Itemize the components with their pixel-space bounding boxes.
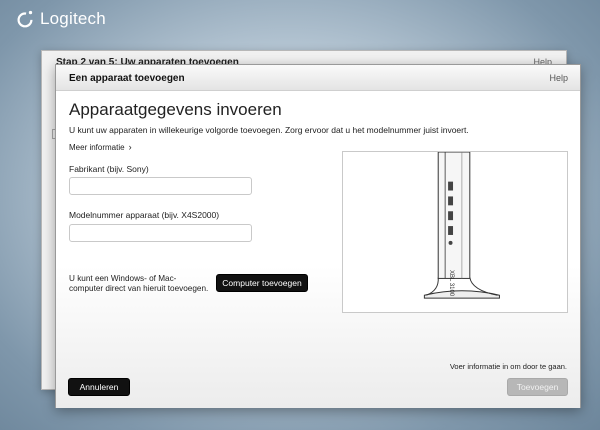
chevron-right-icon: › — [128, 142, 132, 152]
add-computer-text: U kunt een Windows- of Mac-computer dire… — [69, 274, 209, 293]
manufacturer-input[interactable] — [69, 177, 252, 195]
add-device-dialog: Een apparaat toevoegen Help Apparaatgege… — [55, 64, 581, 408]
manufacturer-label: Fabrikant (bijv. Sony) — [69, 164, 149, 174]
page-subtitle: U kunt uw apparaten in willekeurige volg… — [69, 125, 469, 135]
add-button[interactable]: Toevoegen — [507, 378, 568, 396]
device-model-label: XBL 3100 — [448, 270, 454, 297]
add-computer-button[interactable]: Computer toevoegen — [216, 274, 308, 292]
info-message: Voer informatie in om door te gaan. — [449, 362, 567, 371]
model-label: Modelnummer apparaat (bijv. X4S2000) — [69, 210, 220, 220]
device-illustration: XBL 3100 — [342, 151, 568, 313]
logo-text: Logitech — [40, 9, 106, 28]
logitech-logo: Logitech — [14, 8, 106, 30]
more-info-link[interactable]: Meer informatie › — [69, 142, 132, 152]
dialog-title: Een apparaat toevoegen — [69, 73, 185, 84]
device-model-location-image — [423, 151, 500, 299]
page-heading: Apparaatgegevens invoeren — [69, 100, 282, 119]
dialog-help-link[interactable]: Help — [549, 73, 568, 83]
dialog-body: Apparaatgegevens invoeren U kunt uw appa… — [56, 91, 580, 408]
more-info-label: Meer informatie — [69, 142, 125, 152]
model-input[interactable] — [69, 224, 252, 242]
dialog-header: Een apparaat toevoegen Help — [56, 65, 580, 91]
logitech-swirl-icon — [17, 10, 33, 28]
cancel-button[interactable]: Annuleren — [68, 378, 130, 396]
